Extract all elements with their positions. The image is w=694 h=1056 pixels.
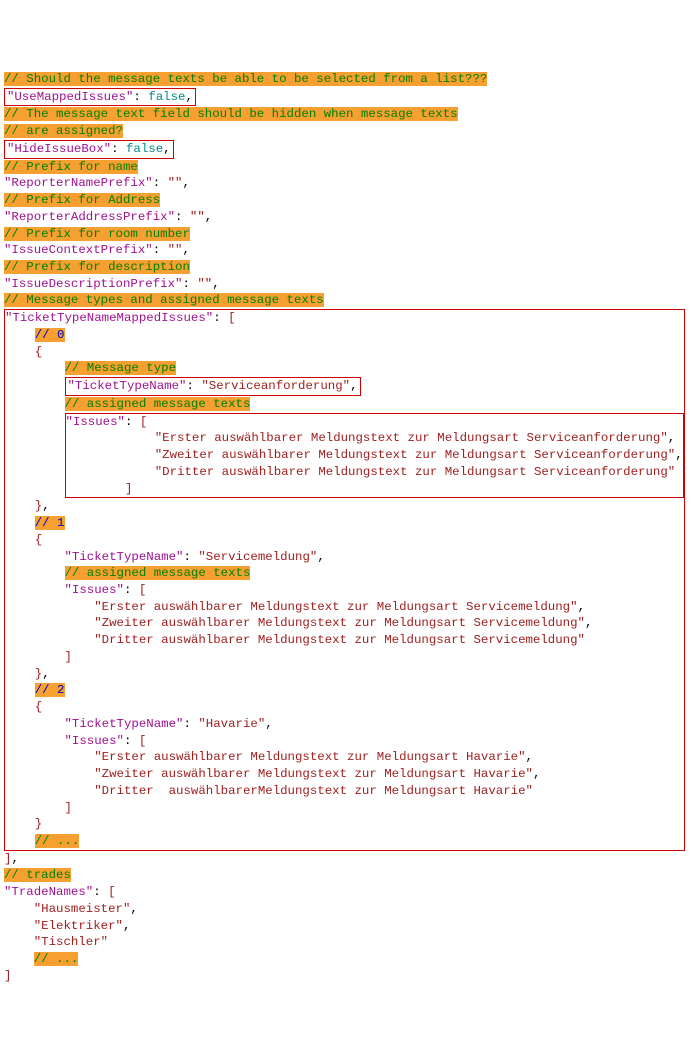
json-bool: false bbox=[126, 142, 163, 156]
comment: // Prefix for room number bbox=[4, 227, 190, 241]
json-key: "TradeNames" bbox=[4, 885, 93, 899]
json-bool: false bbox=[148, 90, 185, 104]
comment-index: // 0 bbox=[35, 328, 65, 342]
json-key: "TicketTypeName" bbox=[65, 717, 184, 731]
json-string: "Zweiter auswählbarer Meldungstext zur M… bbox=[155, 448, 676, 462]
comment: // assigned message texts bbox=[65, 566, 251, 580]
json-key: "IssueDescriptionPrefix" bbox=[4, 277, 182, 291]
json-key: "ReporterAddressPrefix" bbox=[4, 210, 175, 224]
comment: // Should the message texts be able to b… bbox=[4, 72, 487, 86]
json-string: "Tischler" bbox=[34, 935, 108, 949]
json-key: "TicketTypeName" bbox=[65, 550, 184, 564]
comment: // are assigned? bbox=[4, 124, 123, 138]
json-string: "Zweiter auswählbarer Meldungstext zur M… bbox=[94, 616, 585, 630]
json-string: "Hausmeister" bbox=[34, 902, 131, 916]
json-string: "Havarie" bbox=[198, 717, 265, 731]
json-string: "Erster auswählbarer Meldungstext zur Me… bbox=[94, 750, 525, 764]
json-key: "Issues" bbox=[65, 583, 125, 597]
json-key: "ReporterNamePrefix" bbox=[4, 176, 153, 190]
comment-etc: // ... bbox=[34, 952, 79, 966]
json-string: "" bbox=[168, 243, 183, 257]
comment: // Message type bbox=[65, 361, 177, 375]
code-block: // Should the message texts be able to b… bbox=[4, 72, 685, 983]
comment: // Message types and assigned message te… bbox=[4, 293, 324, 307]
json-string: "Dritter auswählbarerMeldungstext zur Me… bbox=[94, 784, 533, 798]
json-string: "Zweiter auswählbarer Meldungstext zur M… bbox=[94, 767, 533, 781]
json-string: "Erster auswählbarer Meldungstext zur Me… bbox=[94, 600, 577, 614]
json-string: "Dritter auswählbarer Meldungstext zur M… bbox=[94, 633, 585, 647]
json-key: "TicketTypeName" bbox=[68, 379, 187, 393]
comment-index: // 2 bbox=[35, 683, 65, 697]
comment: // The message text field should be hidd… bbox=[4, 107, 458, 121]
comment: // Prefix for name bbox=[4, 160, 138, 174]
json-string: "" bbox=[190, 210, 205, 224]
comment-etc: // ... bbox=[35, 834, 80, 848]
json-string: "Dritter auswählbarer Meldungstext zur M… bbox=[155, 465, 676, 479]
json-key: "Issues" bbox=[65, 734, 125, 748]
json-string: "Erster auswählbarer Meldungstext zur Me… bbox=[155, 431, 668, 445]
json-string: "Servicemeldung" bbox=[198, 550, 317, 564]
comment: // trades bbox=[4, 868, 71, 882]
json-string: "Serviceanforderung" bbox=[201, 379, 350, 393]
json-string: "Elektriker" bbox=[34, 919, 123, 933]
json-key: "Issues" bbox=[66, 415, 126, 429]
comment: // assigned message texts bbox=[65, 397, 251, 411]
comment-index: // 1 bbox=[35, 516, 65, 530]
json-key: "TicketTypeNameMappedIssues" bbox=[5, 311, 213, 325]
json-string: "" bbox=[197, 277, 212, 291]
json-key: "UseMappedIssues" bbox=[7, 90, 133, 104]
comment: // Prefix for description bbox=[4, 260, 190, 274]
comment: // Prefix for Address bbox=[4, 193, 160, 207]
json-string: "" bbox=[168, 176, 183, 190]
json-key: "HideIssueBox" bbox=[7, 142, 111, 156]
json-key: "IssueContextPrefix" bbox=[4, 243, 153, 257]
